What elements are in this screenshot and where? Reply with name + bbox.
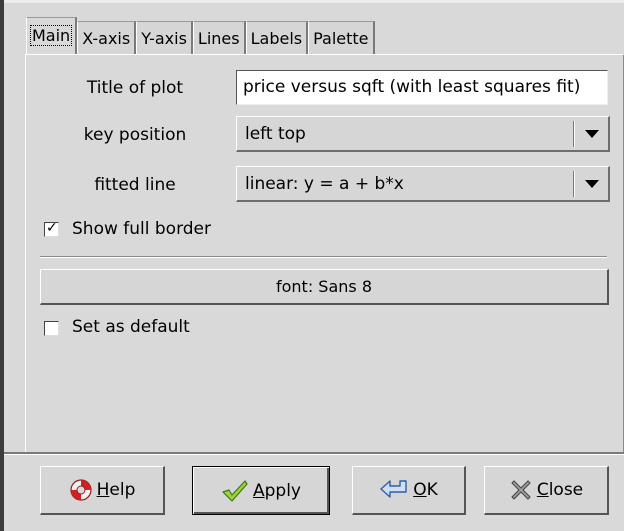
fitted-line-label: fitted line xyxy=(94,175,176,195)
key-position-label: key position xyxy=(83,125,187,145)
tab-bar: Main X-axis Y-axis Lines Labels Palette xyxy=(26,17,375,54)
main-tab-panel xyxy=(25,54,624,453)
tab-y-axis[interactable]: Y-axis xyxy=(136,21,193,54)
tab-main[interactable]: Main xyxy=(26,17,78,54)
chevron-down-icon xyxy=(585,180,599,188)
set-as-default-label: Set as default xyxy=(72,317,190,337)
title-of-plot-label: Title of plot xyxy=(86,78,184,98)
button-bar-divider xyxy=(4,452,624,455)
help-button[interactable]: Help xyxy=(40,466,165,515)
fitted-line-value: linear: y = a + b*x xyxy=(245,174,404,194)
lifebuoy-icon xyxy=(70,479,92,501)
font-button[interactable]: font: Sans 8 xyxy=(40,269,609,305)
tab-palette-label: Palette xyxy=(313,29,369,48)
close-x-icon xyxy=(511,480,531,500)
return-arrow-icon xyxy=(380,480,407,498)
separator xyxy=(40,256,607,258)
apply-button-label: Apply xyxy=(252,480,301,501)
key-position-value: left top xyxy=(245,124,306,144)
ok-button[interactable]: OK xyxy=(352,466,466,515)
tab-labels-label: Labels xyxy=(250,29,303,48)
chevron-down-icon xyxy=(585,130,599,138)
apply-button[interactable]: Apply xyxy=(192,466,330,515)
tab-x-axis[interactable]: X-axis xyxy=(77,21,137,54)
close-button-label: Close xyxy=(536,480,584,500)
show-full-border-label: Show full border xyxy=(72,219,212,239)
tab-labels[interactable]: Labels xyxy=(245,21,309,54)
dropdown-separator xyxy=(573,121,575,147)
checkmark-icon xyxy=(222,479,248,502)
tab-main-label: Main xyxy=(29,25,73,46)
ok-button-label: OK xyxy=(413,480,438,500)
checkmark-icon: ✓ xyxy=(46,220,58,236)
key-position-dropdown[interactable]: left top xyxy=(236,116,610,152)
tab-x-axis-label: X-axis xyxy=(82,29,131,48)
show-full-border-checkbox[interactable]: ✓ xyxy=(44,220,59,237)
tab-lines[interactable]: Lines xyxy=(192,21,246,54)
tab-y-axis-label: Y-axis xyxy=(141,29,187,48)
close-button[interactable]: Close xyxy=(484,466,609,515)
plot-title-input[interactable]: price versus sqft (with least squares fi… xyxy=(236,70,608,105)
tab-lines-label: Lines xyxy=(197,29,240,48)
fitted-line-dropdown[interactable]: linear: y = a + b*x xyxy=(236,166,610,202)
help-button-label: Help xyxy=(96,480,136,500)
tab-palette[interactable]: Palette xyxy=(308,21,375,54)
dropdown-separator xyxy=(573,171,575,197)
set-as-default-checkbox[interactable] xyxy=(44,321,59,336)
window-top-edge xyxy=(0,0,624,3)
